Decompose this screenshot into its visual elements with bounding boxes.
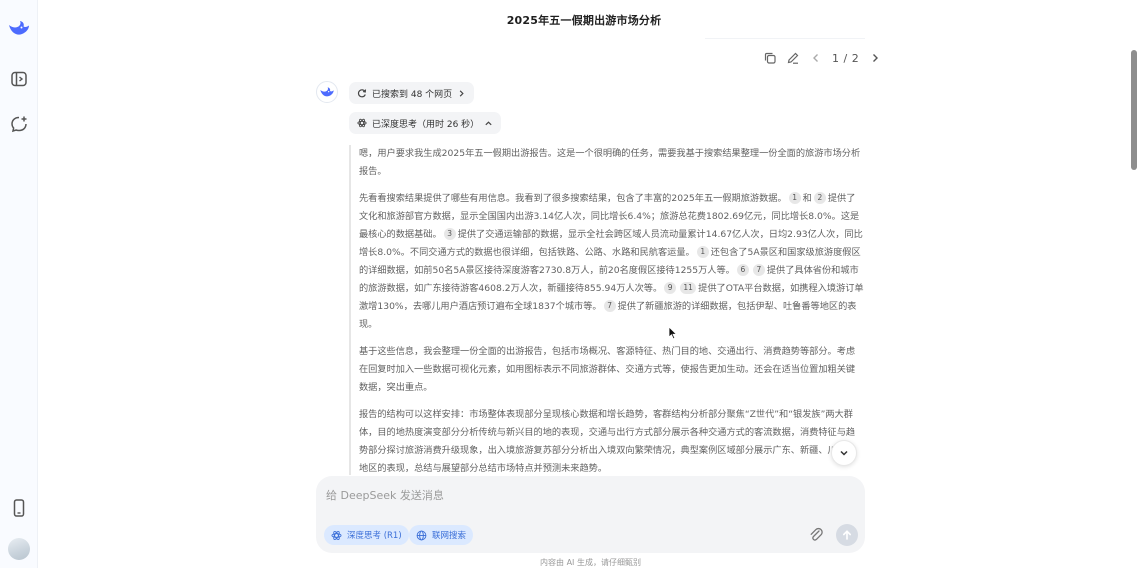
copy-icon[interactable]: [763, 51, 777, 65]
page-title: 2025年五一假期出游市场分析: [506, 14, 662, 27]
citation-badge[interactable]: 1: [788, 192, 801, 204]
message-composer: 深度思考 (R1) 联网搜索: [316, 476, 865, 553]
user-avatar[interactable]: [8, 538, 30, 560]
reasoning-paragraph-3: 基于这些信息，我会整理一份全面的出游报告，包括市场概况、客源特征、热门目的地、交…: [359, 346, 856, 393]
deepseek-whale-icon: [320, 87, 334, 97]
web-search-results-pill[interactable]: 已搜索到 48 个网页: [349, 82, 475, 104]
assistant-avatar: [316, 81, 338, 103]
page-scrollbar[interactable]: [1130, 0, 1138, 568]
edit-icon[interactable]: [786, 51, 800, 65]
citation-badge[interactable]: 7: [752, 264, 765, 276]
deep-think-r1-button[interactable]: 深度思考 (R1): [324, 525, 409, 545]
citation-badge[interactable]: 11: [680, 282, 697, 294]
citation-badge[interactable]: 6: [736, 264, 749, 276]
left-sidebar: [0, 0, 38, 568]
chevron-right-icon[interactable]: [868, 51, 882, 65]
reasoning-content: 嗯，用户要求我生成2025年五一假期出游报告。这是一个很明确的任务，需要我基于搜…: [349, 145, 864, 475]
citation-badge[interactable]: 9: [664, 282, 677, 294]
sidebar-toggle-icon[interactable]: [9, 69, 29, 89]
globe-icon: [416, 530, 427, 540]
chevron-left-icon[interactable]: [809, 51, 823, 65]
deepseek-logo-icon[interactable]: [7, 16, 31, 40]
paperclip-icon[interactable]: [808, 526, 824, 544]
refresh-search-icon: [357, 89, 367, 98]
think-pill-label: 已深度思考（用时 26 秒）: [372, 119, 480, 130]
chevron-up-icon: [485, 120, 492, 125]
reasoning-paragraph-4: 报告的结构可以这样安排：市场整体表现部分呈现核心数据和增长趋势，客群结构分析部分…: [359, 409, 856, 474]
deep-think-label: 深度思考 (R1): [347, 531, 402, 541]
message-toolbar: 1 / 2: [763, 50, 882, 66]
citation-badge[interactable]: 1: [696, 246, 709, 258]
send-button[interactable]: [836, 524, 858, 546]
chevron-down-icon: [840, 450, 848, 456]
chevron-right-icon: [459, 89, 464, 97]
message-input[interactable]: [326, 485, 806, 505]
ai-disclaimer: 内容由 AI 生成，请仔细甄别: [540, 558, 641, 567]
mobile-app-icon[interactable]: [9, 498, 29, 518]
thinking-atom-icon: [357, 118, 367, 128]
web-search-button[interactable]: 联网搜索: [409, 525, 474, 545]
citation-badge[interactable]: 7: [603, 300, 616, 312]
web-search-label: 联网搜索: [432, 531, 467, 541]
scroll-to-bottom-button[interactable]: [831, 440, 857, 466]
citation-badge[interactable]: 2: [813, 192, 826, 204]
scrollbar-thumb[interactable]: [1131, 50, 1137, 170]
deep-think-toggle[interactable]: 已深度思考（用时 26 秒）: [349, 112, 502, 134]
arrow-up-icon: [843, 530, 851, 540]
reasoning-paragraph-2: 先看看搜索结果提供了哪些有用信息。我看到了很多搜索结果，包含了丰富的2025年五…: [359, 190, 864, 334]
atom-icon: [331, 530, 342, 540]
version-pager: 1 / 2: [832, 51, 860, 65]
search-pill-label: 已搜索到 48 个网页: [372, 89, 453, 100]
text-span: 先看看搜索结果提供了哪些有用信息。我看到了很多搜索结果，包含了丰富的2025年五…: [359, 193, 787, 204]
citation-badge[interactable]: 3: [443, 228, 456, 240]
title-divider: [705, 38, 865, 39]
mouse-cursor-icon: [668, 326, 678, 340]
text-span: 和: [802, 193, 812, 204]
reasoning-paragraph-1: 嗯，用户要求我生成2025年五一假期出游报告。这是一个很明确的任务，需要我基于搜…: [359, 148, 861, 177]
new-chat-icon[interactable]: [9, 114, 29, 134]
